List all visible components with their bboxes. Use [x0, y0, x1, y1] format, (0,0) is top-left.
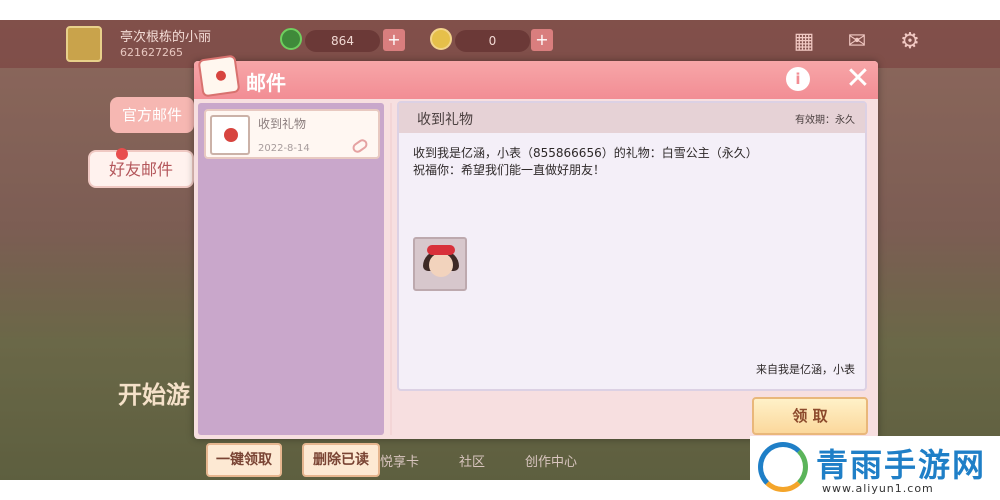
- validity-label: 有效期：永久: [795, 115, 855, 126]
- bottom-menu: 悦享卡 社区 创作中心: [380, 441, 760, 479]
- tab-official-mail[interactable]: 官方邮件: [110, 97, 194, 133]
- fps-readout: FPS:50.0 Ping:0: [60, 0, 138, 8]
- close-icon[interactable]: ✕: [844, 61, 872, 97]
- mail-list-item[interactable]: 收到礼物 2022-8-14: [204, 109, 380, 159]
- mail-detail-title: 收到礼物: [417, 112, 473, 128]
- mail-item-date: 2022-8-14: [258, 143, 310, 154]
- dialog-header: 邮件 i ✕: [194, 54, 878, 99]
- mail-dialog: 邮件 i ✕ 收到礼物 2022-8-14 一键领取 删除已读 收到礼物 有效期…: [194, 54, 878, 477]
- settings-gear-icon[interactable]: ⚙: [896, 28, 924, 56]
- letter-icon: [197, 54, 241, 98]
- mail-detail-header: 收到礼物 有效期：永久: [399, 103, 865, 133]
- start-game-text: 开始游: [118, 381, 190, 409]
- gem-icon: [280, 28, 302, 50]
- site-logo-icon: [758, 442, 808, 492]
- site-watermark: 青雨手游网 www.aliyun1.com: [750, 436, 1000, 500]
- gift-item-slot[interactable]: [413, 237, 467, 291]
- resource-1-value: 864: [305, 30, 380, 52]
- claim-button[interactable]: 领 取: [752, 397, 868, 435]
- pane-divider: [390, 103, 392, 435]
- mail-detail: 收到礼物 有效期：永久 收到我是亿涵，小表（855866656）的礼物：白雪公主…: [397, 101, 867, 391]
- bottom-item-community[interactable]: 社区: [459, 451, 485, 470]
- mail-list: 收到礼物 2022-8-14 一键领取 删除已读: [198, 103, 384, 477]
- claim-all-button[interactable]: 一键领取: [206, 443, 282, 477]
- gift-box-icon[interactable]: ▦: [790, 28, 818, 56]
- attachment-clip-icon: [350, 137, 370, 155]
- mail-envelope-icon[interactable]: ✉: [843, 28, 871, 56]
- player-id: 621627265: [120, 46, 183, 59]
- bottom-item-pass[interactable]: 悦享卡: [380, 451, 419, 470]
- add-resource-1-button[interactable]: +: [383, 29, 405, 51]
- player-name: 亭次根栋的小丽: [120, 30, 212, 45]
- player-avatar[interactable]: [66, 26, 102, 62]
- watermark-url: www.aliyun1.com: [822, 482, 934, 495]
- dialog-title: 邮件: [246, 71, 286, 95]
- watermark-title: 青雨手游网: [816, 446, 987, 484]
- notification-dot: [116, 148, 128, 160]
- bottom-item-creation-center[interactable]: 创作中心: [525, 451, 577, 470]
- info-icon[interactable]: i: [786, 67, 810, 91]
- character-bow: [427, 245, 455, 255]
- mail-body-text: 收到我是亿涵，小表（855866656）的礼物：白雪公主（永久） 祝福你：希望我…: [413, 146, 758, 177]
- mail-item-title: 收到礼物: [258, 117, 307, 131]
- add-resource-2-button[interactable]: +: [531, 29, 553, 51]
- mail-sender: 来自我是亿涵，小表: [756, 363, 855, 376]
- tab-friend-mail[interactable]: 好友邮件: [88, 150, 194, 188]
- resource-2-value: 0: [455, 30, 530, 52]
- coin-icon: [430, 28, 452, 50]
- delete-read-button[interactable]: 删除已读: [302, 443, 380, 477]
- letter-thumbnail-icon: [210, 115, 250, 155]
- character-face: [429, 253, 453, 277]
